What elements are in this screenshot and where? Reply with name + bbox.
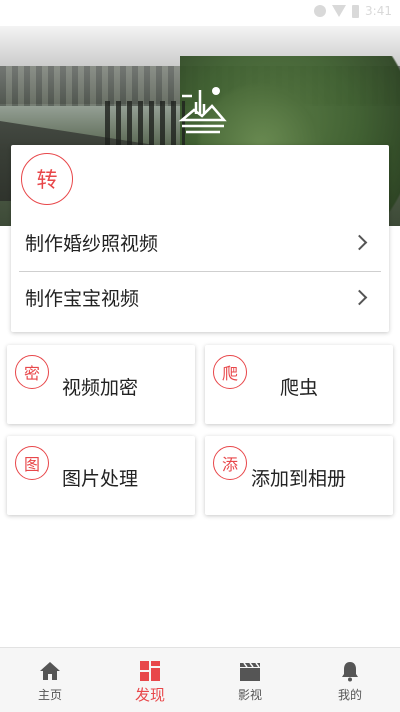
add-to-album-label: 添加到相册	[251, 468, 347, 490]
nav-item-movies[interactable]: 影视	[200, 648, 300, 712]
video-maker-card: 转 制作婚纱照视频 制作宝宝视频	[11, 145, 389, 332]
home-icon	[40, 662, 60, 680]
crawler-tile[interactable]: 爬 爬虫	[205, 345, 393, 424]
app-logo-icon	[178, 87, 227, 134]
image-processing-label: 图片处理	[62, 468, 139, 490]
nav-label-discover: 发现	[134, 686, 165, 704]
baby-video-row[interactable]: 制作宝宝视频	[19, 271, 381, 322]
video-encrypt-label: 视频加密	[62, 377, 139, 399]
wedding-video-row[interactable]: 制作婚纱照视频	[19, 217, 381, 267]
status-icons: 3:41	[314, 4, 392, 18]
clapperboard-icon	[240, 662, 260, 681]
bell-icon	[342, 662, 358, 682]
nav-label-movies: 影视	[237, 688, 262, 702]
nav-label-mine: 我的	[337, 688, 362, 702]
crawler-badge: 爬	[213, 355, 247, 389]
wifi-icon	[332, 5, 347, 17]
crawler-label: 爬虫	[280, 377, 319, 399]
battery-icon	[352, 4, 360, 18]
encrypt-badge: 密	[15, 355, 49, 389]
nav-item-home[interactable]: 主页	[0, 648, 100, 712]
nav-item-mine[interactable]: 我的	[300, 648, 400, 712]
baby-video-label: 制作宝宝视频	[25, 287, 140, 310]
discover-icon	[140, 661, 160, 681]
add-to-album-tile[interactable]: 添 添加到相册	[205, 436, 393, 515]
bottom-nav: 主页 发现 影视 我的	[0, 647, 400, 712]
video-encrypt-tile[interactable]: 密 视频加密	[7, 345, 195, 424]
image-badge: 图	[15, 446, 49, 480]
chevron-right-icon	[351, 289, 368, 305]
nav-label-home: 主页	[37, 688, 62, 702]
nav-item-discover[interactable]: 发现	[100, 648, 200, 712]
wedding-video-label: 制作婚纱照视频	[25, 232, 159, 255]
add-badge: 添	[213, 446, 247, 480]
chevron-right-icon	[351, 234, 368, 250]
status-bar: 3:41	[0, 0, 400, 26]
convert-badge: 转	[21, 153, 73, 205]
image-processing-tile[interactable]: 图 图片处理	[7, 436, 195, 515]
status-time: 3:41	[365, 4, 392, 18]
notification-icon	[314, 5, 327, 17]
